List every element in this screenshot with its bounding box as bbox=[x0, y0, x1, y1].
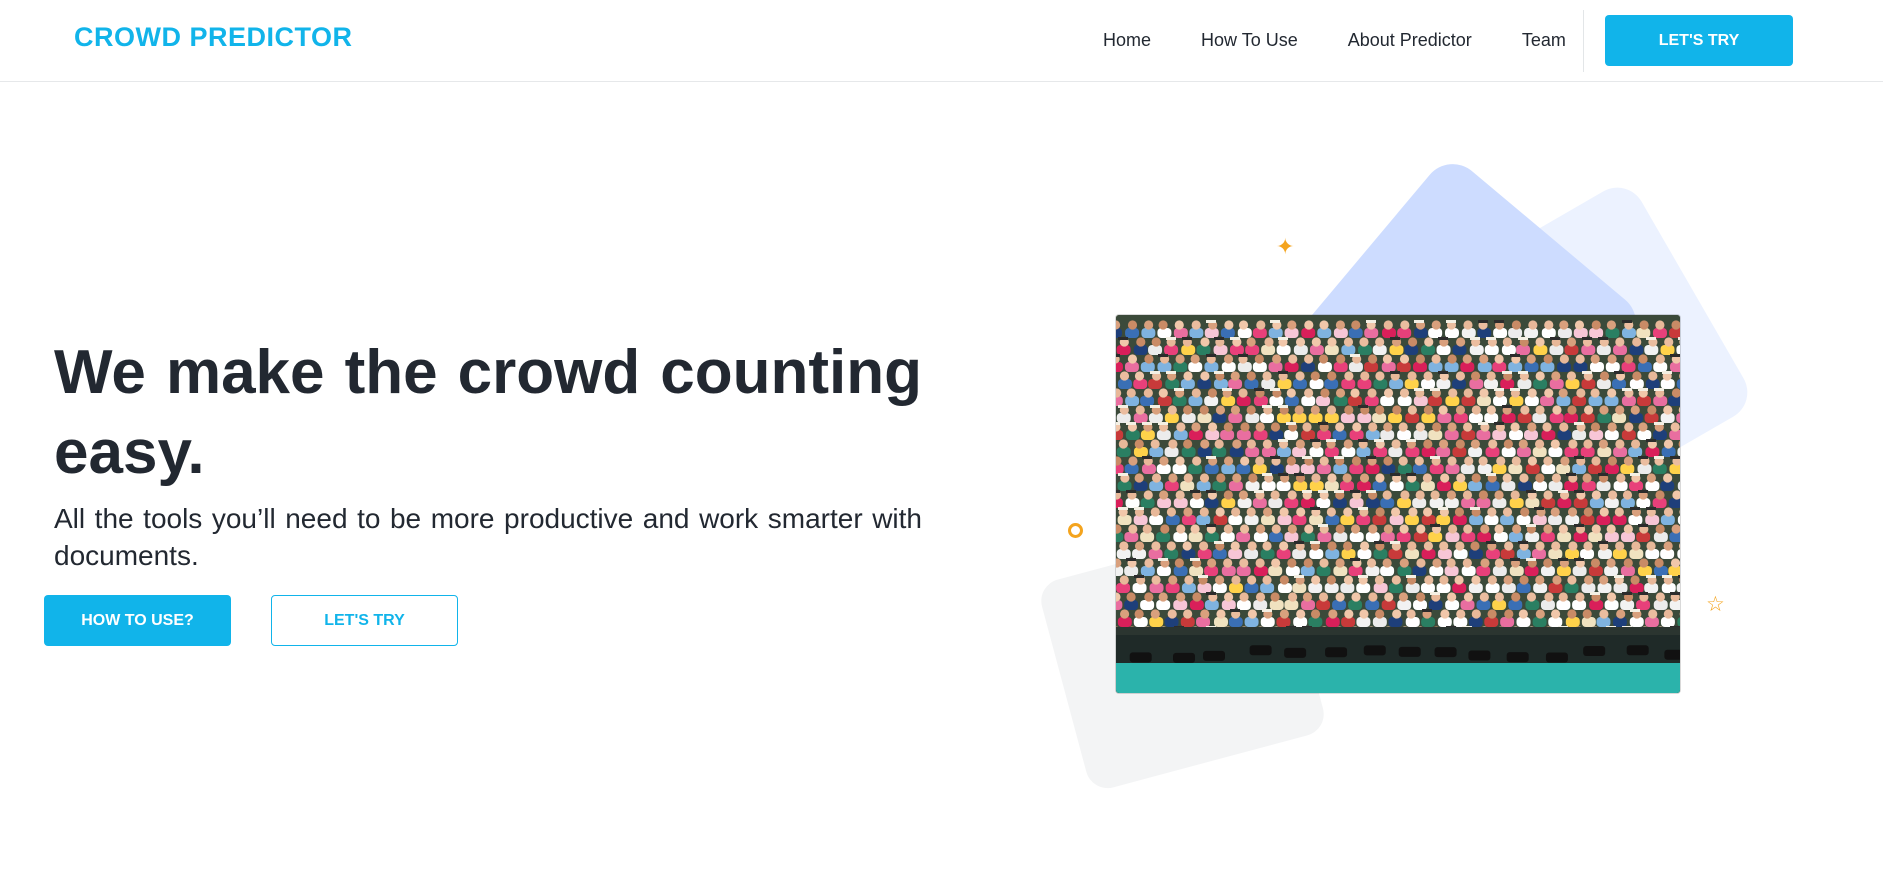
sparkle-icon: ✦ bbox=[1276, 234, 1295, 259]
ring-icon bbox=[1068, 523, 1083, 538]
hero-title: We make the crowd counting easy. bbox=[54, 338, 922, 487]
brand-logo[interactable]: CROWD PREDICTOR bbox=[74, 22, 353, 53]
nav-divider bbox=[1583, 10, 1584, 72]
nav-how-to-use[interactable]: How To Use bbox=[1201, 30, 1298, 51]
crowd-photo bbox=[1116, 315, 1680, 693]
site-header: CROWD PREDICTOR Home How To Use About Pr… bbox=[0, 0, 1883, 82]
header-lets-try-button[interactable]: LET'S TRY bbox=[1605, 15, 1793, 66]
lets-try-button[interactable]: LET'S TRY bbox=[271, 595, 458, 646]
how-to-use-button[interactable]: HOW TO USE? bbox=[44, 595, 231, 646]
hero-subtitle: All the tools you’ll need to be more pro… bbox=[54, 503, 922, 571]
star-icon: ☆ bbox=[1706, 593, 1725, 616]
crowd-image bbox=[1116, 315, 1680, 693]
nav-home[interactable]: Home bbox=[1103, 30, 1151, 51]
nav-team[interactable]: Team bbox=[1522, 30, 1566, 51]
main-nav: Home How To Use About Predictor Team bbox=[1080, 0, 1616, 80]
nav-about-predictor[interactable]: About Predictor bbox=[1348, 30, 1472, 51]
